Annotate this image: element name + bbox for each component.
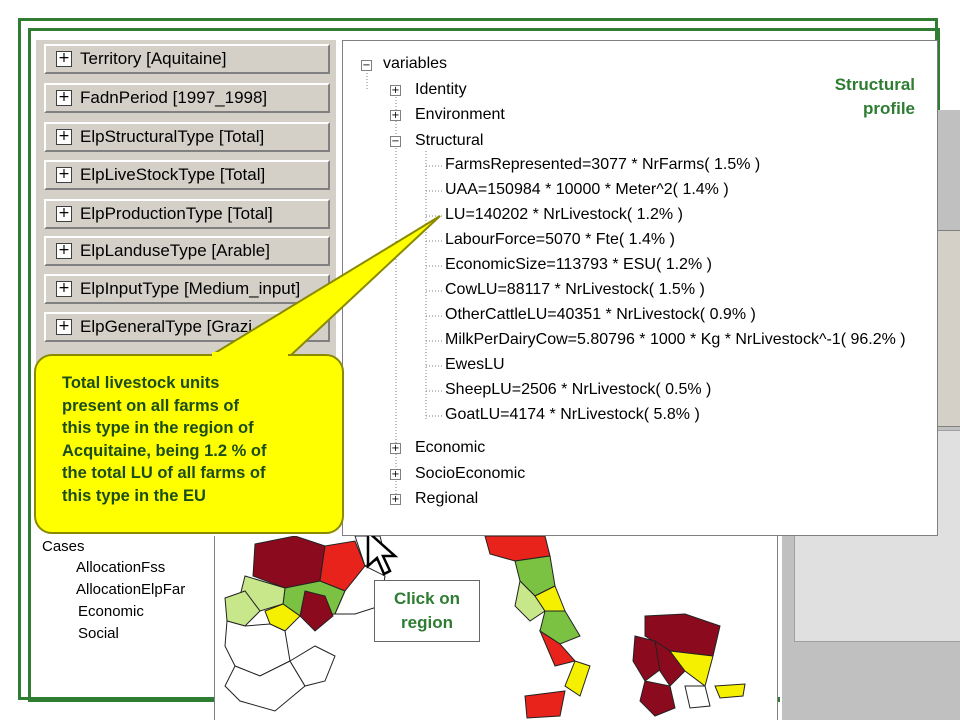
callout-pointer-seam xyxy=(212,352,288,358)
callout-line: this type in the region of xyxy=(62,419,254,437)
callout-line: Total livestock units xyxy=(62,374,220,392)
callout-line: Acquitaine, being 1.2 % of xyxy=(62,441,267,460)
callout-line: present on all farms of xyxy=(62,396,239,415)
callout-box: Total livestock units present on all far… xyxy=(34,354,344,534)
callout-line: the total LU of all farms of xyxy=(62,464,266,482)
callout-line: this type in the EU xyxy=(62,486,206,505)
